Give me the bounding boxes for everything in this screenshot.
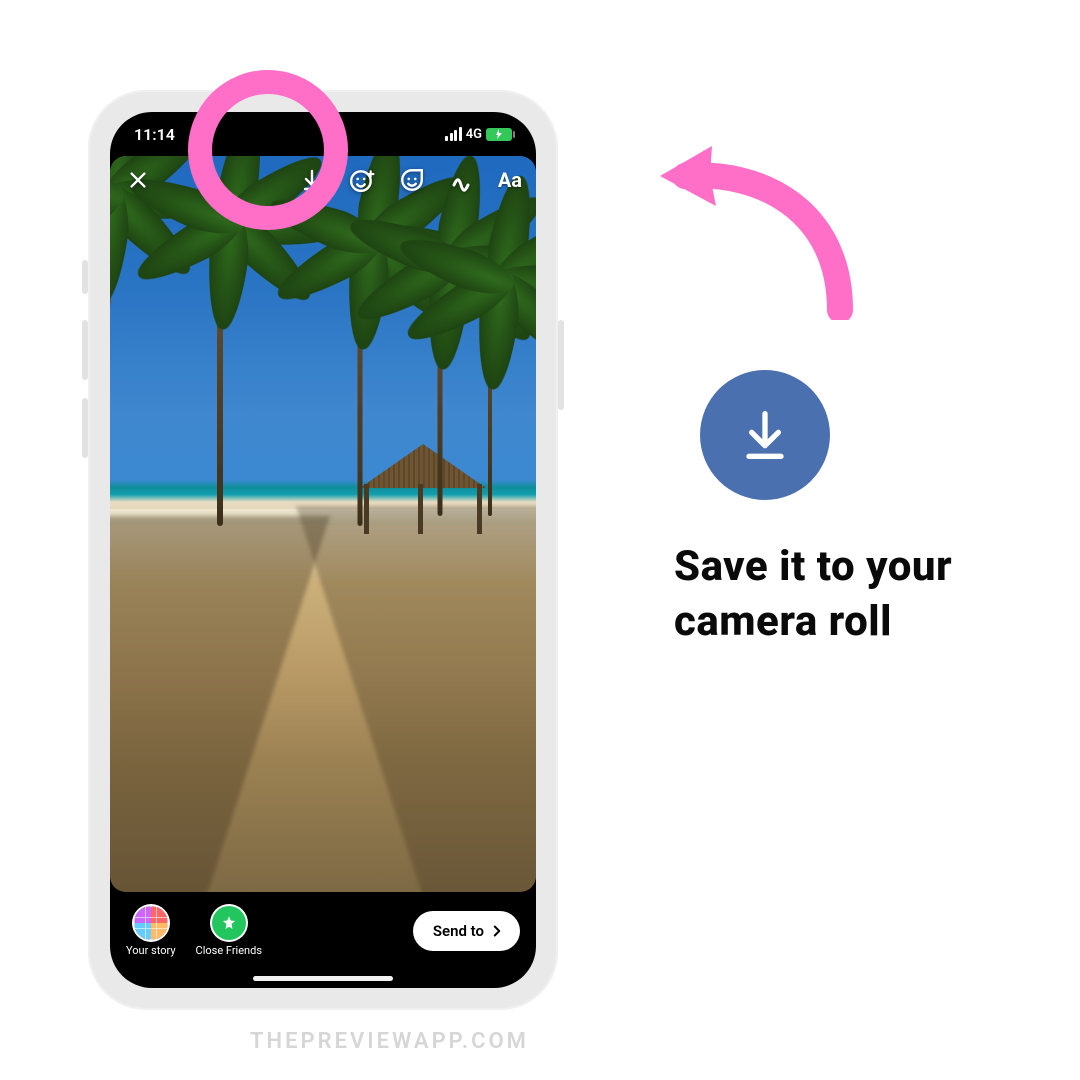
your-story-button[interactable]: Your story bbox=[126, 906, 176, 957]
annotation-text: Save it to your camera roll bbox=[674, 540, 1004, 649]
download-icon[interactable] bbox=[298, 166, 326, 194]
chevron-right-icon bbox=[488, 922, 506, 940]
grid-avatar-icon bbox=[134, 906, 168, 940]
battery-charging-icon bbox=[486, 128, 512, 141]
story-canvas[interactable]: Aa bbox=[110, 156, 536, 892]
your-story-label: Your story bbox=[126, 944, 176, 957]
close-icon[interactable] bbox=[124, 166, 152, 194]
sticker-icon[interactable] bbox=[398, 166, 426, 194]
side-button bbox=[82, 320, 88, 380]
story-bottom-bar: Your story Close Friends Send to bbox=[110, 892, 536, 988]
side-button bbox=[82, 398, 88, 458]
network-label: 4G bbox=[466, 127, 482, 142]
phone-screen: 11:14 4G bbox=[110, 112, 536, 988]
effects-icon[interactable] bbox=[348, 166, 376, 194]
home-indicator bbox=[253, 976, 393, 981]
close-friends-button[interactable]: Close Friends bbox=[196, 906, 262, 957]
status-time: 11:14 bbox=[134, 125, 175, 144]
draw-icon[interactable] bbox=[448, 166, 476, 194]
notch bbox=[228, 112, 418, 142]
close-friends-icon bbox=[212, 906, 246, 940]
text-tool[interactable]: Aa bbox=[498, 168, 522, 192]
arrow-icon bbox=[640, 140, 860, 320]
download-callout-icon bbox=[700, 370, 830, 500]
watermark: THEPREVIEWAPP.COM bbox=[250, 1029, 529, 1054]
story-toolbar: Aa bbox=[110, 166, 536, 194]
side-button bbox=[558, 320, 564, 410]
close-friends-label: Close Friends bbox=[196, 944, 262, 957]
hut-graphic bbox=[348, 444, 498, 534]
side-button bbox=[82, 260, 88, 294]
send-to-button[interactable]: Send to bbox=[413, 911, 520, 951]
phone-frame: 11:14 4G bbox=[88, 90, 558, 1010]
signal-icon bbox=[445, 127, 462, 141]
send-to-label: Send to bbox=[433, 922, 484, 940]
